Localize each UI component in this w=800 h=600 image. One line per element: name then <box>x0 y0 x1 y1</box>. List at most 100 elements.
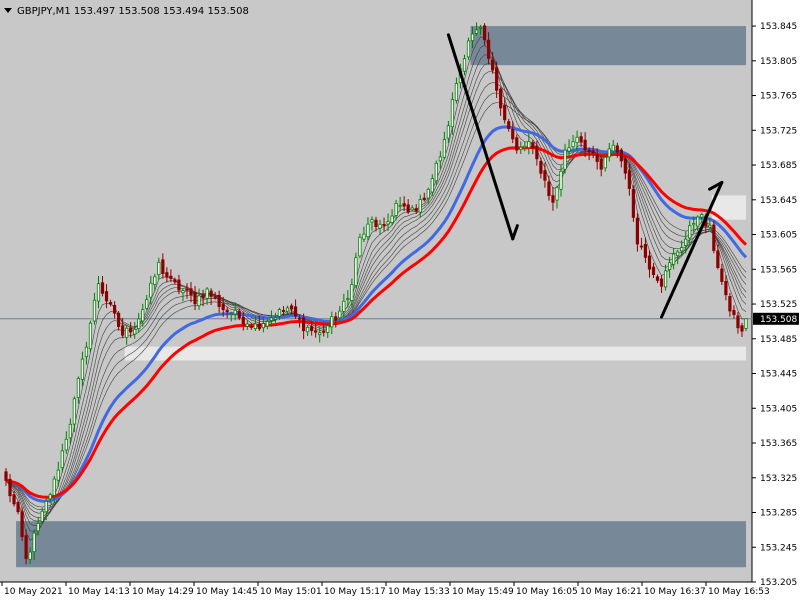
candle-body <box>559 170 563 190</box>
candle-body <box>269 317 274 321</box>
candle-body <box>643 244 648 258</box>
candle-body <box>700 214 704 218</box>
candle-body <box>60 450 64 468</box>
candle-body <box>531 142 535 149</box>
candle-body <box>350 284 354 301</box>
candle-body <box>495 67 499 91</box>
candle-body <box>253 323 257 329</box>
candle-body <box>80 358 85 380</box>
y-tick-label: 153.485 <box>760 335 797 345</box>
candle-body <box>24 535 28 559</box>
candle <box>88 320 93 353</box>
candle-body <box>354 257 358 286</box>
plot-background <box>0 0 752 582</box>
candle-body <box>221 303 225 311</box>
candle-body <box>647 255 652 270</box>
y-tick-label: 153.525 <box>760 300 797 310</box>
demand-zone-1 <box>16 521 747 568</box>
candle-body <box>619 149 623 162</box>
candle-body <box>306 326 310 333</box>
candle-body <box>378 223 382 229</box>
y-tick-label: 153.445 <box>760 370 797 380</box>
candle <box>712 220 716 254</box>
candle-body <box>141 309 145 322</box>
candle-body <box>579 136 583 143</box>
candle-body <box>732 310 736 316</box>
candle-body <box>615 145 619 153</box>
candle-body <box>575 136 579 143</box>
candle <box>631 185 635 222</box>
candle-body <box>112 304 117 314</box>
candle-body <box>273 317 278 320</box>
candle-body <box>507 121 511 129</box>
y-tick-label: 153.845 <box>760 22 797 32</box>
candle-body <box>48 494 52 500</box>
candle-body <box>527 141 531 149</box>
candle-body <box>539 160 543 174</box>
candle-body <box>571 141 575 148</box>
candle-body <box>676 251 680 256</box>
candle-body <box>225 309 229 312</box>
candle-body <box>659 278 664 287</box>
candle-body <box>688 225 692 239</box>
candle-body <box>185 288 189 291</box>
candle-body <box>358 236 362 257</box>
candle-body <box>362 233 366 240</box>
candle-body <box>744 318 748 329</box>
candle-body <box>169 275 173 279</box>
candle-body <box>663 270 668 288</box>
candle-body <box>418 199 422 213</box>
candle-body <box>125 327 129 338</box>
candle-body <box>108 302 113 305</box>
candle-body <box>326 325 330 333</box>
candle-body <box>129 327 133 333</box>
y-tick-label: 153.285 <box>760 509 797 519</box>
candle-body <box>68 423 72 439</box>
candle-body <box>454 83 459 101</box>
candle-body <box>406 204 410 213</box>
candle-body <box>370 219 374 223</box>
candle-body <box>740 325 744 332</box>
candle-body <box>478 26 483 29</box>
candle-body <box>314 330 318 333</box>
candle-body <box>322 330 326 333</box>
candle-body <box>40 510 44 522</box>
candle-body <box>583 139 587 151</box>
y-tick-label: 153.765 <box>760 92 797 102</box>
candle-body <box>402 203 406 207</box>
candle-body <box>426 189 430 199</box>
x-tick-label: 10 May 16:53 <box>708 587 770 597</box>
chart-window: 153.845 153.805 153.765 153.725 153.685 153.6… <box>0 0 800 600</box>
candle-body <box>466 40 471 58</box>
candle-body <box>245 323 249 327</box>
candle-body <box>551 195 555 203</box>
candle-body <box>422 197 426 201</box>
candle <box>354 252 358 289</box>
candle-body <box>627 170 631 189</box>
x-tick-label: 10 May 14:45 <box>196 587 258 597</box>
candle-body <box>177 279 181 291</box>
x-tick-label: 10 May 14:29 <box>132 587 194 597</box>
candle-body <box>519 146 523 150</box>
candle-body <box>410 207 414 211</box>
candle-body <box>587 149 591 152</box>
candle-body <box>96 283 101 302</box>
candle-body <box>201 294 205 299</box>
candle-body <box>104 291 109 302</box>
candle-body <box>310 326 314 332</box>
x-tick-label: 10 May 14:13 <box>68 587 130 597</box>
candle <box>466 37 471 60</box>
candle-body <box>173 279 177 283</box>
price-chart[interactable]: 153.845 153.805 153.765 153.725 153.685 153.6… <box>0 0 800 600</box>
candle-body <box>249 325 253 328</box>
candle-body <box>623 158 627 174</box>
candle-body <box>257 323 261 330</box>
candle-body <box>12 494 16 505</box>
candle-body <box>181 290 185 294</box>
candle-body <box>193 291 197 305</box>
candle-body <box>696 216 700 227</box>
candle-body <box>209 290 213 297</box>
x-tick-label: 10 May 16:37 <box>644 587 706 597</box>
candle-body <box>342 300 346 312</box>
y-tick-label: 153.685 <box>760 161 797 171</box>
